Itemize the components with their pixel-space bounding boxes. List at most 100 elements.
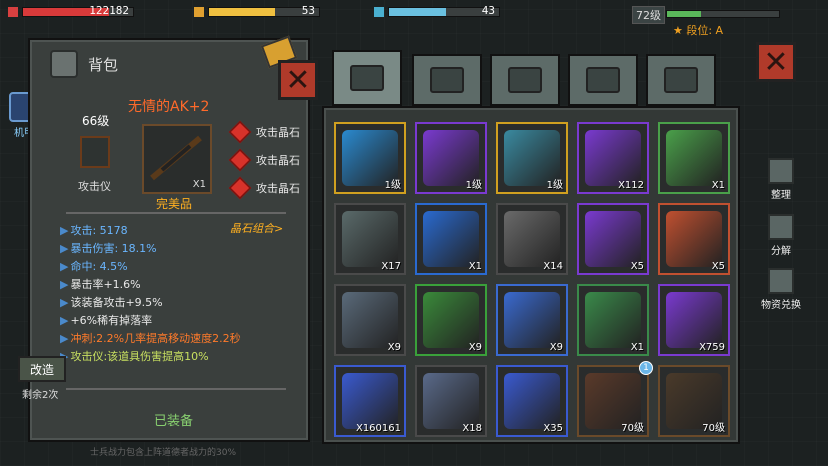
hp-bar: 122182: [22, 4, 134, 17]
inventory-slot[interactable]: X9: [496, 284, 568, 356]
tab-backpack[interactable]: [332, 50, 402, 106]
hp-value: 122182: [89, 4, 129, 17]
armor-icon: [508, 67, 542, 93]
gem-label: 攻击晶石: [256, 126, 300, 139]
exchange-icon: [768, 268, 794, 294]
item-icon: [423, 211, 479, 267]
pistol-icon: [586, 67, 620, 93]
backpack-icon: [350, 65, 384, 91]
item-icon: [342, 211, 398, 267]
inventory-grid: 1级 1级 1级 X112 X1 X17 X1 X14 X5 X5 X9 X9 X9 X1 X759 X160…: [322, 106, 740, 444]
bag-header: 背包: [50, 50, 118, 78]
inventory-slot[interactable]: X18: [415, 365, 487, 437]
item-count: X759: [699, 342, 725, 353]
red-gem-icon: [228, 176, 252, 200]
stat-line: ▶ 冲刺:2.2%几率提高移动速度2.2秒: [60, 332, 241, 345]
inventory-slot[interactable]: 1级: [496, 122, 568, 194]
inventory-slot[interactable]: X35: [496, 365, 568, 437]
inventory-slot[interactable]: 70级: [658, 365, 730, 437]
inventory-slot[interactable]: X9: [415, 284, 487, 356]
exchange-button[interactable]: 物资兑换: [754, 268, 808, 311]
inventory-slot[interactable]: X112: [577, 122, 649, 194]
item-icon: [342, 373, 398, 429]
heart-icon: [8, 7, 18, 17]
decompose-button[interactable]: 分解: [754, 214, 808, 257]
item-count: 1级: [465, 180, 482, 191]
water-bar: 43: [388, 4, 500, 17]
equipped-status: 已装备: [154, 414, 194, 429]
modify-button[interactable]: 改造: [18, 356, 66, 382]
attack-device-icon[interactable]: [80, 136, 110, 168]
item-count: 70级: [621, 423, 644, 434]
close-icon: ✕: [763, 44, 789, 80]
item-count: X1: [711, 180, 725, 191]
bag-detail-panel: 背包 无情的AK+2 66级 攻击仪 X1 攻击晶石 攻击晶石 攻击晶石 完美品…: [28, 38, 310, 442]
tab-guns[interactable]: [568, 54, 638, 106]
item-count: X18: [462, 423, 482, 434]
decompose-label: 分解: [771, 246, 791, 257]
stat-line: ▶ +6%稀有掉落率: [60, 314, 153, 327]
close-bag-button[interactable]: ✕: [756, 42, 796, 82]
inventory-slot[interactable]: X17: [334, 203, 406, 275]
weapon-count: X1: [192, 179, 206, 190]
stat-line: ▶ 暴击伤害: 18.1%: [60, 242, 157, 255]
item-count: X14: [543, 261, 563, 272]
sort-icon: [768, 158, 794, 184]
energy-bar: 53: [208, 4, 320, 17]
inventory-slot[interactable]: X14: [496, 203, 568, 275]
stat-line: ▶ 该装备攻击+9.5%: [60, 296, 163, 309]
energy-value: 53: [301, 4, 315, 17]
inventory-slot[interactable]: 1级: [334, 122, 406, 194]
item-count: X1: [630, 342, 644, 353]
item-quality: 完美品: [156, 197, 193, 211]
stat-line: ▶ 命中: 4.5%: [60, 260, 128, 273]
item-icon: [423, 373, 479, 429]
energy-icon: [194, 7, 204, 17]
inventory-slot[interactable]: 1级: [415, 122, 487, 194]
rank-label: ★ 段位: A: [673, 24, 724, 37]
sort-label: 整理: [771, 190, 791, 201]
inventory-slot[interactable]: X9: [334, 284, 406, 356]
parts-icon: [664, 67, 698, 93]
weapon-slot[interactable]: X1: [142, 124, 212, 194]
item-count: X9: [549, 342, 563, 353]
item-icon: [504, 373, 560, 429]
item-count: X5: [711, 261, 725, 272]
gem-slot-3[interactable]: 攻击晶石: [228, 176, 300, 200]
inventory-slot[interactable]: X5: [658, 203, 730, 275]
gem-slot-2[interactable]: 攻击晶石: [228, 148, 300, 172]
inventory-slot[interactable]: X1: [577, 284, 649, 356]
player-level: 72级: [632, 6, 665, 24]
sort-button[interactable]: 整理: [754, 158, 808, 201]
item-icon: [585, 292, 641, 348]
inventory-slot[interactable]: X759: [658, 284, 730, 356]
item-name: 无情的AK+2: [128, 99, 210, 115]
inventory-slot[interactable]: X1: [658, 122, 730, 194]
item-count: X160161: [355, 423, 401, 434]
bag-title: 背包: [88, 55, 119, 74]
energy-bar-group: 53: [194, 4, 320, 20]
item-icon: [423, 292, 479, 348]
tab-parts[interactable]: [646, 54, 716, 106]
red-gem-icon: [228, 120, 252, 144]
item-icon: [585, 130, 641, 186]
gem-label: 攻击晶石: [256, 182, 300, 195]
inventory-slot[interactable]: X160161: [334, 365, 406, 437]
tab-medkit[interactable]: [412, 54, 482, 106]
water-bar-group: 43: [374, 4, 500, 20]
exp-bar: [666, 10, 780, 18]
notification-badge: 1: [639, 361, 653, 375]
item-icon: [666, 211, 722, 267]
close-detail-button[interactable]: ✕: [278, 60, 318, 100]
gem-slot-1[interactable]: 攻击晶石: [228, 120, 300, 144]
tab-armor[interactable]: [490, 54, 560, 106]
stat-line: ▶ 攻击: 5178: [60, 224, 128, 237]
divider: [66, 388, 286, 390]
remaining-count: 剩余2次: [22, 390, 59, 401]
inventory-slot[interactable]: 70级 1: [577, 361, 653, 437]
item-icon: [504, 211, 560, 267]
decompose-icon: [768, 214, 794, 240]
stat-line: ▶ 暴击率+1.6%: [60, 278, 141, 291]
inventory-slot[interactable]: X5: [577, 203, 649, 275]
inventory-slot[interactable]: X1: [415, 203, 487, 275]
